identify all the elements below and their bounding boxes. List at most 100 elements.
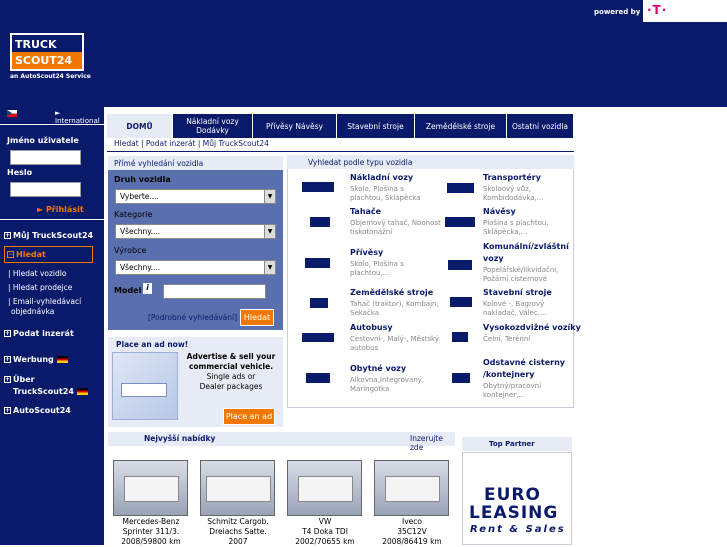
cat-desc: kontejner,... bbox=[483, 391, 526, 399]
semitrailer-icon[interactable] bbox=[445, 217, 475, 227]
offer-image[interactable] bbox=[113, 460, 188, 516]
direct-search-title: Přímé vyhledání vozidla bbox=[108, 156, 283, 170]
offer-image[interactable] bbox=[374, 460, 449, 516]
sidebar: ► International Jméno uživatele Heslo ► … bbox=[0, 107, 104, 545]
tab-nakladni-vozy[interactable]: Nákladní vozy Dodávky bbox=[173, 114, 253, 138]
advertise-here-link[interactable]: Inzerujte zde bbox=[410, 434, 455, 452]
van-icon bbox=[124, 476, 179, 502]
header-divider bbox=[0, 104, 727, 107]
collapse-icon: − bbox=[7, 251, 14, 258]
kategorie-select[interactable]: Všechny.... ▼ bbox=[115, 224, 276, 239]
language-selector[interactable]: ► International bbox=[7, 109, 104, 125]
tab-stavebni-stroje[interactable]: Stavební stroje bbox=[337, 114, 415, 138]
truck-icon[interactable] bbox=[302, 182, 334, 192]
nav-uber[interactable]: + Über bbox=[4, 375, 35, 384]
model-input[interactable] bbox=[163, 284, 266, 299]
offer-text[interactable]: VW T4 Doka TDI 2002/70655 km bbox=[285, 517, 365, 547]
nav-uber-truckscout[interactable]: TruckScout24 bbox=[13, 387, 88, 396]
info-icon[interactable]: i bbox=[143, 283, 152, 294]
offer-text[interactable]: Iveco 35C12V 2008/86419 km bbox=[372, 517, 452, 547]
nav-hledat[interactable]: − Hledat bbox=[4, 246, 93, 263]
tab-ostatni-vozidla[interactable]: Ostatní vozidla bbox=[507, 114, 574, 138]
german-flag-icon bbox=[56, 356, 68, 363]
cat-privesy[interactable]: Přívěsy bbox=[350, 248, 383, 258]
trailer-icon[interactable] bbox=[305, 258, 330, 268]
nav-my-truckscout[interactable]: + Můj TruckScout24 bbox=[4, 231, 93, 240]
ad-text: Advertise & sell your commercial vehicle… bbox=[186, 352, 276, 391]
cat-desc: Maringotka bbox=[350, 385, 390, 393]
cat-transportery[interactable]: Transportéry bbox=[483, 173, 541, 183]
top-offers-header: Nejvyšší nabídky Inzerujte zde bbox=[108, 432, 455, 452]
nav-podat-inzerat[interactable]: + Podat inzerát bbox=[4, 329, 74, 338]
nav-autoscout24[interactable]: + AutoScout24 bbox=[4, 406, 71, 415]
cat-desc: autobus bbox=[350, 344, 379, 352]
expand-icon: + bbox=[4, 232, 11, 239]
password-field[interactable] bbox=[10, 182, 81, 197]
login-button[interactable]: ► Přihlásit bbox=[37, 205, 84, 214]
breadcrumb[interactable]: Hledat | Podat inzerát | Můj TruckScout2… bbox=[114, 139, 269, 148]
czech-flag-icon[interactable] bbox=[7, 109, 17, 117]
vyrobce-select[interactable]: Všechny.... ▼ bbox=[115, 260, 276, 275]
german-flag-icon bbox=[76, 388, 88, 395]
cat-odstavne-cisterny-2[interactable]: /kontejnery bbox=[483, 370, 535, 380]
cat-desc: Cestovní-, Malý-, Městský bbox=[350, 335, 439, 343]
cat-nakladni-vozy[interactable]: Nákladní vozy bbox=[350, 173, 413, 183]
subnav-email-search[interactable]: | Email-vyhledávací bbox=[8, 297, 81, 306]
offer-text[interactable]: Schmitz Cargob. Dreiachs Satte. 2007 bbox=[198, 517, 278, 547]
tab-privesy[interactable]: Přívěsy Návěsy bbox=[253, 114, 337, 138]
forklift-icon[interactable] bbox=[452, 332, 468, 342]
van-icon[interactable] bbox=[447, 183, 474, 193]
tab-zemedelske-stroje[interactable]: Zemědělské stroje bbox=[415, 114, 507, 138]
cat-tahace[interactable]: Tahače bbox=[350, 207, 381, 217]
offer-text[interactable]: Mercedes-Benz Sprinter 311/3. 2008/59800… bbox=[111, 517, 191, 547]
cat-komunalni[interactable]: Komunální/zvláštní bbox=[483, 242, 569, 252]
nav-werbung[interactable]: + Werbung bbox=[4, 355, 68, 364]
euro-leasing-tagline: Rent & Sales bbox=[470, 524, 566, 535]
van-icon bbox=[298, 476, 353, 502]
euro-leasing-logo[interactable]: EURO LEASING bbox=[469, 486, 558, 522]
cat-stavebni-stroje[interactable]: Stavební stroje bbox=[483, 288, 552, 298]
subnav-hledat-prodejce[interactable]: | Hledat prodejce bbox=[8, 283, 72, 292]
international-link[interactable]: ► International bbox=[55, 109, 104, 125]
cat-navesy[interactable]: Návěsy bbox=[483, 207, 516, 217]
cat-desc: Popelářské/likvidační, bbox=[483, 266, 559, 274]
municipal-vehicle-icon[interactable] bbox=[448, 260, 472, 270]
advanced-search-link[interactable]: [Podrobné vyhledávání] bbox=[148, 313, 237, 322]
search-button[interactable]: Hledat bbox=[240, 309, 274, 326]
cat-desc: Obytný/pracovní bbox=[483, 382, 542, 390]
tmobile-logo[interactable]: ·T· bbox=[643, 0, 727, 22]
offer-image[interactable] bbox=[287, 460, 362, 516]
truckscout-logo[interactable]: TRUCK SCOUT24 bbox=[10, 33, 84, 71]
cat-odstavne-cisterny[interactable]: Odstavné cisterny bbox=[483, 358, 565, 368]
cat-zemedelske-stroje[interactable]: Zemědělské stroje bbox=[350, 288, 433, 298]
tractor-unit-icon[interactable] bbox=[310, 217, 330, 227]
excavator-icon[interactable] bbox=[450, 297, 472, 307]
cat-desc: Požární cisternové bbox=[483, 275, 547, 283]
expand-icon: + bbox=[4, 330, 11, 337]
cat-desc: plachtou, Sklápěcka bbox=[350, 194, 421, 202]
cat-obytne-vozy[interactable]: Obytné vozy bbox=[350, 364, 406, 374]
cat-autobusy[interactable]: Autobusy bbox=[350, 323, 393, 333]
ad-title: Place an ad now! bbox=[116, 340, 189, 349]
cat-desc: Kolové -, Bagrový bbox=[483, 300, 545, 308]
tractor-icon[interactable] bbox=[310, 298, 328, 308]
cat-vysokozdvizne[interactable]: Vysokozdvižné vozíky bbox=[483, 323, 581, 333]
camper-icon[interactable] bbox=[306, 373, 330, 383]
bus-icon[interactable] bbox=[302, 333, 334, 342]
expand-icon: + bbox=[4, 356, 11, 363]
tab-domu[interactable]: DOMŮ bbox=[107, 114, 173, 138]
place-ad-button[interactable]: Place an ad bbox=[223, 408, 275, 425]
logo-subtitle: an AutoScout24 Service bbox=[10, 73, 91, 80]
subnav-hledat-vozidlo[interactable]: | Hledat vozidlo bbox=[8, 269, 66, 278]
dropdown-arrow-icon: ▼ bbox=[264, 190, 275, 203]
subnav-email-search-2[interactable]: objednávka bbox=[11, 307, 54, 316]
cat-desc: Sklápěcka,... bbox=[483, 228, 528, 236]
cat-desc: Kombidodávka,... bbox=[483, 194, 544, 202]
truck-icon bbox=[121, 383, 167, 397]
container-icon[interactable] bbox=[452, 373, 470, 383]
model-label: Model bbox=[114, 286, 142, 295]
offer-image[interactable] bbox=[200, 460, 275, 516]
username-field[interactable] bbox=[10, 150, 81, 165]
druh-select[interactable]: Vyberte.... ▼ bbox=[115, 189, 276, 204]
cat-komunalni-2[interactable]: vozy bbox=[483, 254, 504, 264]
